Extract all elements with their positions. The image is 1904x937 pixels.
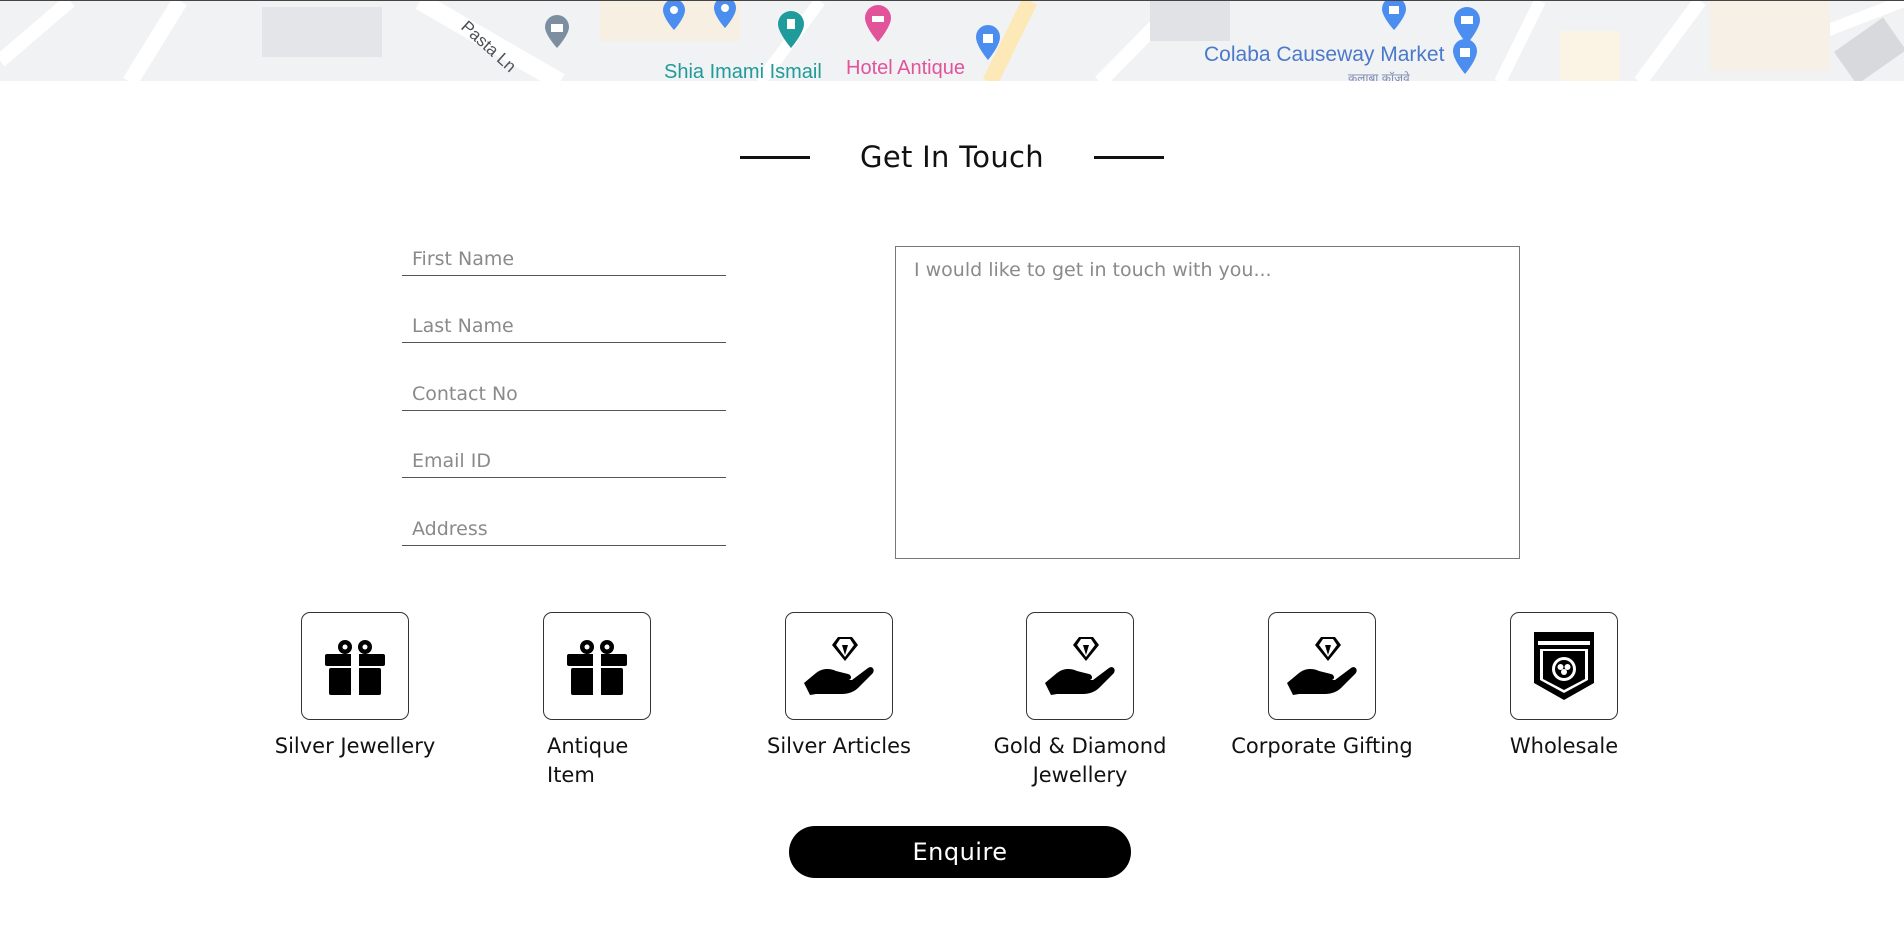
message-textarea[interactable] [895,246,1520,559]
section-heading: Get In Touch [0,140,1904,174]
heading-divider-left [740,155,811,159]
gift-icon [567,640,627,695]
map-pin-icon[interactable] [974,25,1002,61]
category-wholesale[interactable]: Wholesale [1449,612,1679,761]
badge-icon [1534,632,1594,700]
category-icon-box[interactable] [1268,612,1376,720]
category-icon-box[interactable] [543,612,651,720]
email-field-wrapper [402,444,726,478]
category-icon-box[interactable] [1026,612,1134,720]
first-name-field-wrapper [402,242,726,276]
map-place-sublabel: कुलाबा कॉजवे [1348,71,1410,81]
contact-no-field-wrapper [402,377,726,411]
category-label: Wholesale [1509,734,1619,758]
category-icon-box[interactable] [1510,612,1618,720]
page-title: Get In Touch [860,140,1044,174]
map-place-label[interactable]: Colaba Causeway Market [1204,43,1444,67]
last-name-input[interactable] [402,309,726,342]
map-strip[interactable]: Pasta Ln Shia Imami Ismail Hotel Antique… [0,0,1904,81]
category-antique-item[interactable]: Antique Item [482,612,712,790]
diamond-hand-icon [804,637,874,695]
gift-icon [325,640,385,695]
category-icon-box[interactable] [785,612,893,720]
address-input[interactable] [402,512,726,545]
category-label: Silver Articles [767,734,911,758]
diamond-hand-icon [1287,637,1357,695]
category-label: Gold & Diamond Jewellery [993,734,1167,787]
diamond-hand-icon [1045,637,1115,695]
category-icon-box[interactable] [301,612,409,720]
category-silver-articles[interactable]: Silver Articles [724,612,954,761]
last-name-field-wrapper [402,309,726,343]
category-label: Silver Jewellery [274,734,436,758]
enquire-button[interactable]: Enquire [789,826,1131,878]
map-pin-icon[interactable] [661,0,687,31]
heading-divider-right [1093,155,1164,159]
map-pin-icon[interactable] [712,0,738,29]
category-label: Antique Item [547,734,629,787]
first-name-input[interactable] [402,242,726,275]
map-place-label[interactable]: Shia Imami Ismail [664,61,822,81]
map-place-label[interactable]: Hotel Antique [846,57,965,80]
map-pin-icon[interactable] [863,5,893,43]
map-pin-icon[interactable] [776,11,806,49]
map-pin-icon[interactable] [1451,39,1479,75]
contact-no-input[interactable] [402,377,726,410]
email-id-input[interactable] [402,444,726,477]
category-gold-diamond-jewellery[interactable]: Gold & Diamond Jewellery [965,612,1195,790]
map-pin-icon[interactable] [543,15,571,49]
map-pin-icon[interactable] [1380,0,1408,31]
category-silver-jewellery[interactable]: Silver Jewellery [240,612,470,761]
category-corporate-gifting[interactable]: Corporate Gifting [1207,612,1437,761]
address-field-wrapper [402,512,726,546]
category-label: Corporate Gifting [1231,734,1413,758]
